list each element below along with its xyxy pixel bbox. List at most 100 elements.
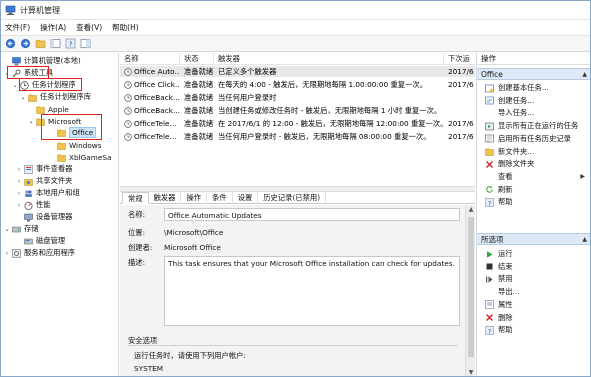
chevron-up-icon[interactable]: ▲ xyxy=(582,234,587,246)
col-status[interactable]: 状态 xyxy=(180,53,214,65)
enable-history-icon xyxy=(485,134,494,143)
tree-services-apps[interactable]: › 服务和应用程序 xyxy=(4,247,75,259)
tab-actions[interactable]: 操作 xyxy=(181,192,208,204)
actions-pane: 操作 Office ▲ 创建基本任务... 创建任务... 导入任务... 显示所有正… xyxy=(476,53,590,376)
folder-icon xyxy=(57,154,66,162)
action-office-7[interactable]: 查看 ▶ xyxy=(477,171,590,183)
chevron-right-icon[interactable]: › xyxy=(16,177,22,185)
tree-storage[interactable]: ⌄ 存储 xyxy=(4,223,38,235)
tab-triggers[interactable]: 触发器 xyxy=(149,192,182,204)
action-selected-0[interactable]: 运行 xyxy=(477,248,590,260)
action-office-6[interactable]: 删除文件夹 xyxy=(477,158,590,170)
menu-file[interactable]: 文件(F) xyxy=(5,22,30,33)
task-details: 常规 触发器 操作 条件 设置 历史记录(已禁用) 名称: Office Aut… xyxy=(120,192,475,376)
table-row[interactable]: OfficeBack... 准备就绪 当创建任务或修改任务时 - 触发后，无限期地每… xyxy=(120,105,475,116)
action-selected-3[interactable]: 导出... xyxy=(477,286,590,298)
chevron-right-icon[interactable]: › xyxy=(16,165,22,173)
details-scrollbar[interactable]: ▲ ▼ xyxy=(465,205,475,376)
submenu-arrow-icon: ▶ xyxy=(580,173,585,181)
chevron-right-icon[interactable]: › xyxy=(16,201,22,209)
tree-services-apps-label: 服务和应用程序 xyxy=(24,248,76,257)
chevron-right-icon[interactable]: › xyxy=(4,249,10,257)
disable-icon xyxy=(485,275,494,284)
chevron-down-icon[interactable]: ⌄ xyxy=(20,93,26,101)
tab-general[interactable]: 常规 xyxy=(122,192,149,204)
show-running-icon xyxy=(485,122,494,131)
tab-history[interactable]: 历史记录(已禁用) xyxy=(258,192,327,204)
action-office-9[interactable]: ? 帮助 xyxy=(477,196,590,208)
scroll-thumb[interactable] xyxy=(468,217,474,357)
tree-shared-folders[interactable]: › 共享文件夹 xyxy=(16,175,72,187)
description-field[interactable]: This task ensures that your Microsoft Of… xyxy=(164,256,460,326)
console-tree-icon[interactable] xyxy=(50,38,61,49)
clock-icon xyxy=(124,132,132,141)
task-status: 准备就绪 xyxy=(184,66,214,76)
menu-action[interactable]: 操作(A) xyxy=(40,22,66,33)
action-label: 禁用 xyxy=(498,274,513,284)
action-office-5[interactable]: 新文件夹... xyxy=(477,146,590,158)
create-basic-task-icon xyxy=(485,84,494,93)
name-field[interactable]: Office Automatic Updates xyxy=(164,208,460,221)
action-office-8[interactable]: 刷新 xyxy=(477,184,590,196)
location-value: \Microsoft\Office xyxy=(164,228,224,237)
action-office-2[interactable]: 导入任务... xyxy=(477,107,590,119)
task-status: 准备就绪 xyxy=(184,118,214,128)
up-folder-icon[interactable] xyxy=(35,38,46,49)
blank-icon xyxy=(485,172,494,181)
col-name[interactable]: 名称 xyxy=(120,53,180,65)
tree-xblgamesave[interactable]: XblGameSa xyxy=(57,151,112,163)
action-office-4[interactable]: 启用所有任务历史记录 xyxy=(477,133,590,145)
help-toolbar-icon[interactable]: ? xyxy=(65,38,76,49)
tree-device-manager[interactable]: 设备管理器 xyxy=(24,211,72,223)
actions-section-selected[interactable]: 所选项 ▲ xyxy=(477,233,590,245)
actions-section-office[interactable]: Office ▲ xyxy=(477,68,590,80)
action-selected-2[interactable]: 禁用 xyxy=(477,273,590,285)
col-next-run[interactable]: 下次运 xyxy=(444,53,475,65)
tab-conditions[interactable]: 条件 xyxy=(207,192,233,204)
action-label: 结束 xyxy=(498,261,513,271)
task-trigger: 当任何用户登录时 xyxy=(218,92,277,102)
tree-windows[interactable]: Windows xyxy=(57,139,102,151)
chevron-right-icon[interactable]: › xyxy=(16,189,22,197)
show-hide-pane-icon[interactable] xyxy=(80,38,91,49)
tree-event-viewer[interactable]: › 事件查看器 xyxy=(16,163,72,175)
menu-view[interactable]: 查看(V) xyxy=(76,22,102,33)
table-row[interactable]: Office Auto... 准备就绪 已定义多个触发器 2017/6 xyxy=(120,66,475,77)
tree-windows-label: Windows xyxy=(69,140,102,150)
chevron-up-icon[interactable]: ▲ xyxy=(582,69,587,81)
chevron-down-icon[interactable]: ⌄ xyxy=(12,81,18,89)
scroll-down-icon[interactable]: ▼ xyxy=(466,368,475,376)
disk-icon xyxy=(24,238,33,244)
create-task-icon xyxy=(485,96,494,105)
action-selected-5[interactable]: 删除 xyxy=(477,312,590,324)
action-office-3[interactable]: 显示所有正在运行的任务 xyxy=(477,120,590,132)
clock-icon xyxy=(124,93,132,102)
action-selected-6[interactable]: ? 帮助 xyxy=(477,324,590,336)
action-office-1[interactable]: 创建任务... xyxy=(477,95,590,107)
table-row[interactable]: OfficeTele... 准备就绪 当任何用户登录时 - 触发后，无限期地每隔 0… xyxy=(120,131,475,142)
action-selected-4[interactable]: 属性 xyxy=(477,299,590,311)
menu-bar: 文件(F) 操作(A) 查看(V) 帮助(H) xyxy=(1,20,590,35)
table-row[interactable]: OfficeBack... 准备就绪 当任何用户登录时 xyxy=(120,92,475,103)
action-office-0[interactable]: 创建基本任务... xyxy=(477,82,590,94)
tree-disk-management[interactable]: 磁盘管理 xyxy=(24,235,65,247)
chevron-down-icon[interactable]: ⌄ xyxy=(28,117,34,125)
action-selected-1[interactable]: 结束 xyxy=(477,261,590,273)
tree-local-users[interactable]: › 本地用户和组 xyxy=(16,187,80,199)
table-row[interactable]: OfficeTele... 准备就绪在 2017/6/1 的 12:00 - 触发… xyxy=(120,118,475,129)
forward-icon[interactable] xyxy=(20,38,31,49)
chevron-down-icon[interactable]: ⌄ xyxy=(4,225,10,233)
col-trigger[interactable]: 触发器 xyxy=(214,53,444,65)
svg-text:?: ? xyxy=(488,199,491,207)
window-title: 计算机管理 xyxy=(20,5,60,15)
menu-help[interactable]: 帮助(H) xyxy=(112,22,139,33)
tree-performance[interactable]: › 性能 xyxy=(16,199,51,211)
tree-task-library[interactable]: ⌄ 任务计划程序库 xyxy=(20,91,91,103)
table-row[interactable]: Office Click... 准备就绪 在每天的 4:00 - 触发后，无限期地每… xyxy=(120,79,475,90)
scroll-up-icon[interactable]: ▲ xyxy=(466,205,475,215)
back-icon[interactable] xyxy=(5,38,16,49)
tab-settings[interactable]: 设置 xyxy=(233,192,259,204)
performance-icon xyxy=(24,201,33,210)
tree-xbl-label: XblGameSa xyxy=(69,152,112,162)
highlight-task-scheduler xyxy=(19,78,82,91)
